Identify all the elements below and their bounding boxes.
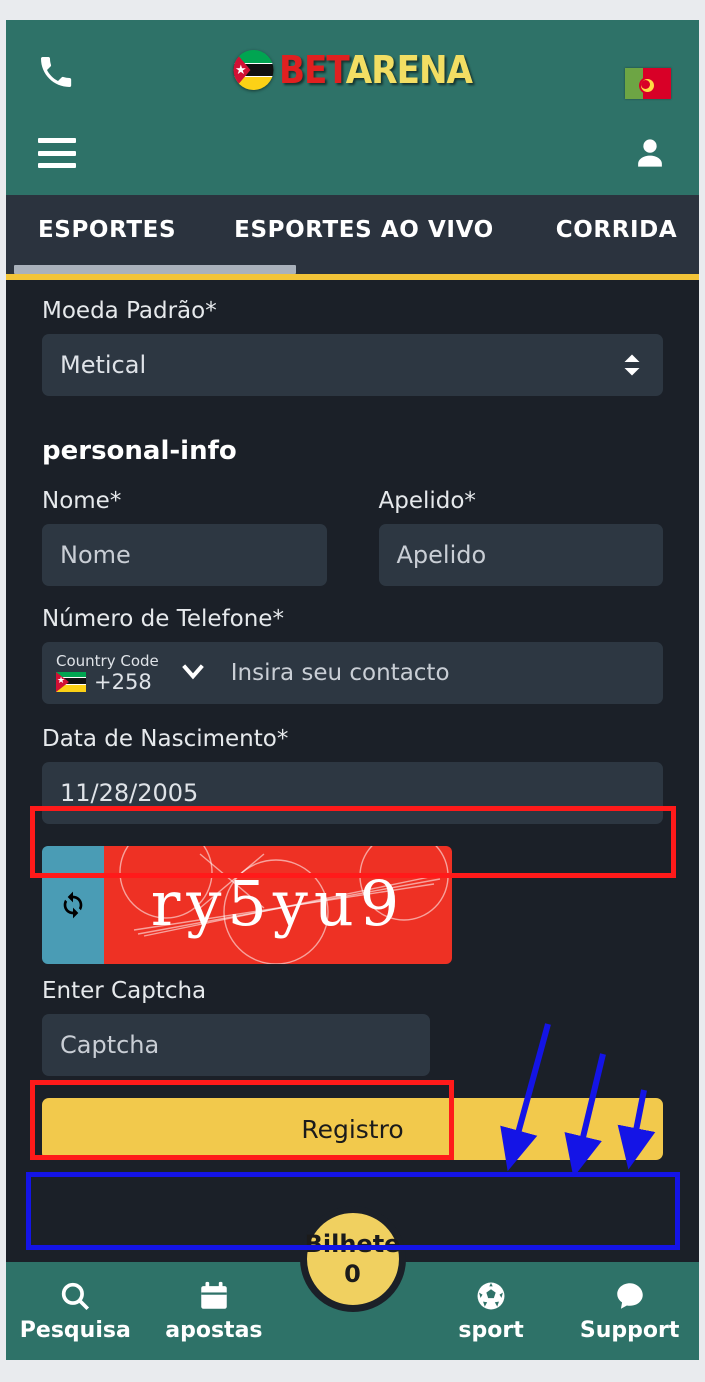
country-code-label: Country Code — [56, 651, 159, 670]
phone-number-input[interactable]: Insira seu contacto — [231, 660, 450, 686]
chevron-down-icon[interactable] — [177, 655, 209, 692]
phone-input-row[interactable]: Country Code ★ +258 Insira seu contacto — [42, 642, 663, 704]
bet-slip-label: Bilhete — [304, 1230, 401, 1258]
last-name-input[interactable]: Apelido — [378, 524, 663, 586]
bet-slip-button[interactable]: Bilhete 0 — [299, 1206, 406, 1312]
bottom-nav-sport[interactable]: sport — [422, 1279, 561, 1343]
country-code-value: +258 — [94, 669, 152, 694]
dob-input[interactable]: 11/28/2005 — [42, 762, 663, 824]
bottom-nav-label-support: Support — [579, 1318, 680, 1343]
register-button[interactable]: Registro — [42, 1098, 663, 1160]
first-name-label: Nome* — [42, 488, 122, 514]
bottom-nav-label-pesquisa: Pesquisa — [19, 1318, 131, 1343]
hamburger-menu-icon[interactable] — [38, 138, 76, 168]
page-frame: ★ BETARENA ESPORTES ESPORTES AO VIVO COR… — [0, 0, 705, 1382]
tab-scrollbar[interactable] — [6, 265, 699, 274]
main-tab-bar: ESPORTES ESPORTES AO VIVO CORRIDA — [6, 195, 699, 265]
bottom-nav-label-sport: sport — [458, 1318, 524, 1343]
phone-icon[interactable] — [36, 50, 76, 94]
country-code-selector[interactable]: Country Code ★ +258 — [56, 651, 159, 694]
phone-label: Número de Telefone* — [42, 606, 284, 632]
captcha-image: ry5yu9 — [104, 846, 452, 964]
captcha-input-label: Enter Captcha — [42, 978, 207, 1004]
bottom-nav-pesquisa[interactable]: Pesquisa — [6, 1279, 145, 1343]
logo-text-bet: BET — [278, 48, 347, 92]
brand-logo[interactable]: ★ BETARENA — [232, 48, 473, 92]
tab-scrollbar-thumb[interactable] — [14, 265, 296, 274]
personal-info-heading: personal-info — [42, 436, 237, 466]
captcha-box: ry5yu9 — [42, 846, 452, 964]
bottom-nav-apostas[interactable]: apostas — [145, 1279, 284, 1343]
captcha-input[interactable]: Captcha — [42, 1014, 430, 1076]
last-name-label: Apelido* — [378, 488, 476, 514]
logo-text-arena: ARENA — [345, 48, 473, 92]
currency-select[interactable]: Metical — [42, 334, 663, 396]
registration-form: Moeda Padrão* Metical personal-info Nome… — [6, 280, 699, 1160]
app-viewport: ★ BETARENA ESPORTES ESPORTES AO VIVO COR… — [6, 20, 699, 1360]
first-name-input[interactable]: Nome — [42, 524, 327, 586]
header-top-row: ★ BETARENA — [6, 20, 699, 120]
first-name-group: Nome* Nome — [42, 488, 327, 586]
mozambique-flag-icon-small: ★ — [56, 671, 86, 692]
currency-label: Moeda Padrão* — [42, 298, 217, 324]
portugal-flag-icon[interactable] — [625, 68, 671, 99]
last-name-group: Apelido* Apelido — [378, 488, 663, 586]
app-header: ★ BETARENA — [6, 20, 699, 195]
mozambique-flag-icon: ★ — [232, 50, 273, 90]
header-bottom-row — [6, 120, 699, 195]
bet-slip-count: 0 — [344, 1260, 361, 1288]
tab-esportes-ao-vivo[interactable]: ESPORTES AO VIVO — [234, 217, 494, 243]
bottom-nav-label-apostas: apostas — [165, 1318, 263, 1343]
dob-label: Data de Nascimento* — [42, 726, 289, 752]
refresh-icon[interactable] — [42, 846, 104, 964]
name-fields-row: Nome* Nome Apelido* Apelido — [42, 488, 663, 586]
currency-select-wrapper[interactable]: Metical — [42, 334, 663, 396]
user-account-icon[interactable] — [631, 134, 669, 179]
tab-esportes[interactable]: ESPORTES — [38, 217, 176, 243]
bottom-nav-support[interactable]: Support — [560, 1279, 699, 1343]
tab-corrida[interactable]: CORRIDA — [556, 217, 678, 243]
captcha-area: ry5yu9 — [42, 846, 663, 964]
